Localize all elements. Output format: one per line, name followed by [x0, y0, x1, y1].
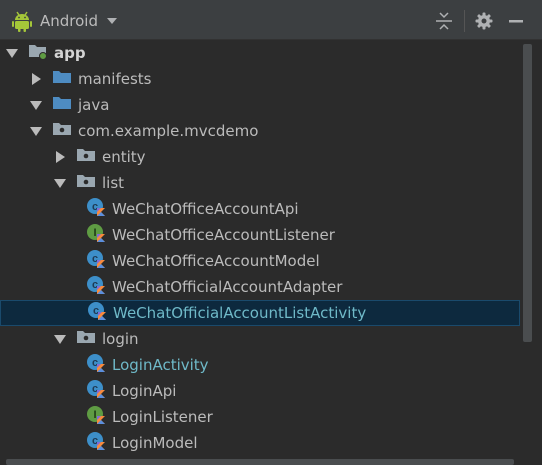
package-icon [76, 328, 96, 350]
tree-item[interactable]: c LoginApi [0, 378, 520, 404]
tree-item[interactable]: app [0, 40, 520, 66]
tree-item[interactable]: I LoginListener [0, 404, 520, 430]
tree-item-label: manifests [78, 70, 152, 88]
tree-item[interactable]: c WeChatOfficialAccountAdapter [0, 274, 520, 300]
tree-item-label: login [102, 330, 139, 348]
tree-item-label: list [102, 174, 125, 192]
expand-arrow-down-icon[interactable] [6, 48, 18, 58]
tree-item-label: LoginActivity [112, 356, 209, 374]
tree-item[interactable]: list [0, 170, 520, 196]
tree-item[interactable]: login [0, 326, 520, 352]
toolbar-separator [464, 10, 465, 32]
source-folder-icon [52, 68, 72, 90]
package-icon [52, 120, 72, 142]
view-selector-dropdown[interactable]: Android [12, 8, 117, 34]
tree-item-label: app [54, 44, 86, 62]
tree-item-label: WeChatOfficialAccountListActivity [113, 304, 367, 322]
tree-item[interactable]: I WeChatOfficeAccountListener [0, 222, 520, 248]
tree-item-label: com.example.mvcdemo [78, 122, 259, 140]
tree-item[interactable]: c WeChatOfficeAccountModel [0, 248, 520, 274]
tree-item[interactable]: entity [0, 144, 520, 170]
tree-item[interactable]: c WeChatOfficialAccountListActivity [0, 300, 520, 326]
chevron-down-icon [107, 18, 117, 24]
kotlin-class-icon: c [86, 353, 106, 377]
kotlin-class-icon: c [87, 301, 107, 325]
tree-item-label: java [78, 96, 110, 114]
module-folder-icon [28, 42, 48, 64]
horizontal-scrollbar-thumb[interactable] [6, 459, 514, 465]
kotlin-class-icon: c [86, 379, 106, 403]
kotlin-interface-icon: I [86, 223, 106, 247]
expand-arrow-down-icon[interactable] [30, 126, 42, 136]
tree-item[interactable]: c LoginActivity [0, 352, 520, 378]
tree-item-label: LoginModel [112, 434, 198, 452]
tree-item-label: WeChatOfficeAccountApi [112, 200, 299, 218]
vertical-scrollbar-thumb[interactable] [523, 44, 532, 342]
tree-item-label: WeChatOfficialAccountAdapter [112, 278, 343, 296]
expand-arrow-right-icon[interactable] [56, 151, 65, 163]
source-folder-icon [52, 94, 72, 116]
kotlin-interface-icon: I [86, 405, 106, 429]
tree-item-label: LoginApi [112, 382, 177, 400]
settings-gear-icon[interactable] [475, 12, 493, 30]
tree-item-label: WeChatOfficeAccountListener [112, 226, 335, 244]
collapse-all-icon[interactable] [435, 12, 453, 30]
kotlin-class-icon: c [86, 249, 106, 273]
hide-minus-icon[interactable] [507, 12, 525, 30]
expand-arrow-down-icon[interactable] [54, 334, 66, 344]
tree-item-label: LoginListener [112, 408, 213, 426]
tree-item[interactable]: c WeChatOfficeAccountApi [0, 196, 520, 222]
expand-arrow-down-icon[interactable] [30, 100, 42, 110]
svg-text:I: I [93, 409, 96, 421]
tree-item-label: WeChatOfficeAccountModel [112, 252, 320, 270]
svg-text:I: I [93, 227, 96, 239]
tree-item[interactable]: manifests [0, 66, 520, 92]
expand-arrow-right-icon[interactable] [32, 73, 41, 85]
package-icon [76, 146, 96, 168]
project-tree: app manifests java com.example.mvcdemo entit… [0, 40, 520, 465]
view-selector-label: Android [40, 12, 98, 30]
tree-item[interactable]: com.example.mvcdemo [0, 118, 520, 144]
tree-item[interactable]: c LoginModel [0, 430, 520, 456]
tree-item[interactable]: java [0, 92, 520, 118]
project-toolbar: Android [0, 0, 542, 40]
tree-item-label: entity [102, 148, 146, 166]
expand-arrow-down-icon[interactable] [54, 178, 66, 188]
kotlin-class-icon: c [86, 275, 106, 299]
android-icon [12, 10, 32, 32]
kotlin-class-icon: c [86, 431, 106, 455]
package-icon [76, 172, 96, 194]
kotlin-class-icon: c [86, 197, 106, 221]
